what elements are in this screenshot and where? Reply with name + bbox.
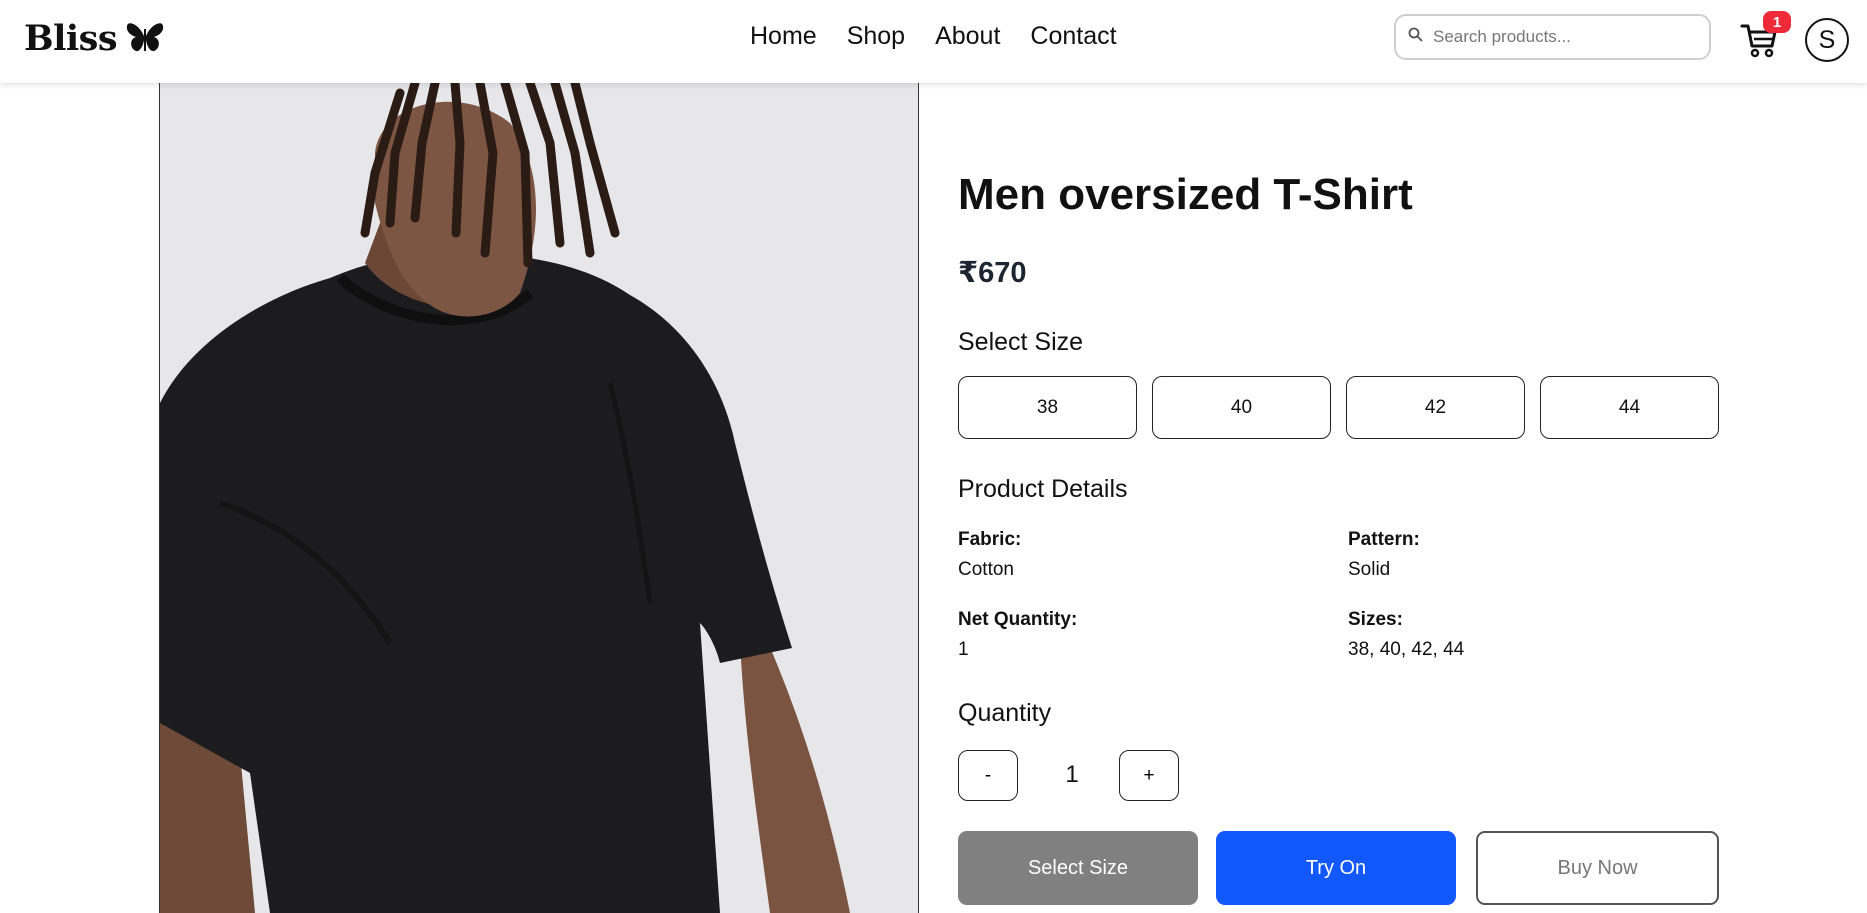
buy-now-button[interactable]: Buy Now bbox=[1476, 831, 1719, 905]
butterfly-icon bbox=[125, 21, 165, 57]
detail-label: Pattern: bbox=[1348, 529, 1420, 550]
avatar-initial: S bbox=[1818, 25, 1836, 54]
search-icon bbox=[1408, 27, 1423, 47]
detail-sizes: Sizes: 38, 40, 42, 44 bbox=[1348, 609, 1464, 661]
detail-label: Net Quantity: bbox=[958, 609, 1078, 630]
main-nav: Home Shop About Contact bbox=[750, 22, 1117, 51]
size-option-40[interactable]: 40 bbox=[1152, 376, 1331, 439]
quantity-decrease-button[interactable]: - bbox=[958, 750, 1018, 801]
quantity-value: 1 bbox=[1065, 761, 1079, 788]
detail-value: Solid bbox=[1348, 559, 1391, 580]
try-on-button[interactable]: Try On bbox=[1216, 831, 1456, 905]
nav-shop[interactable]: Shop bbox=[847, 22, 905, 51]
nav-home[interactable]: Home bbox=[750, 22, 817, 51]
select-size-button[interactable]: Select Size bbox=[958, 831, 1198, 905]
size-option-38[interactable]: 38 bbox=[958, 376, 1137, 439]
product-title: Men oversized T-Shirt bbox=[958, 170, 1413, 219]
select-size-heading: Select Size bbox=[958, 328, 1084, 356]
quantity-increase-button[interactable]: + bbox=[1119, 750, 1179, 801]
detail-fabric: Fabric: Cotton bbox=[958, 529, 1021, 581]
detail-value: 38, 40, 42, 44 bbox=[1348, 639, 1465, 660]
product-details-heading: Product Details bbox=[958, 475, 1128, 503]
nav-about[interactable]: About bbox=[935, 22, 1000, 51]
detail-label: Fabric: bbox=[958, 529, 1022, 550]
brand-logo[interactable]: Bliss bbox=[24, 18, 165, 59]
size-option-44[interactable]: 44 bbox=[1540, 376, 1719, 439]
detail-label: Sizes: bbox=[1348, 609, 1403, 630]
search-input[interactable] bbox=[1431, 26, 1695, 48]
search-box[interactable] bbox=[1394, 14, 1711, 60]
detail-value: 1 bbox=[958, 639, 969, 660]
cart-icon bbox=[1740, 24, 1780, 64]
nav-contact[interactable]: Contact bbox=[1030, 22, 1116, 51]
detail-pattern: Pattern: Solid bbox=[1348, 529, 1420, 581]
product-price: ₹670 bbox=[958, 257, 1027, 289]
navbar: Bliss Home Shop About Contact Search pro… bbox=[0, 0, 1867, 83]
detail-value: Cotton bbox=[958, 559, 1014, 580]
user-avatar[interactable]: S bbox=[1805, 18, 1849, 62]
quantity-heading: Quantity bbox=[958, 699, 1052, 727]
product-photo bbox=[160, 83, 918, 913]
size-option-42[interactable]: 42 bbox=[1346, 376, 1525, 439]
product-image bbox=[159, 83, 919, 913]
size-options: 38 40 42 44 bbox=[958, 376, 1719, 439]
detail-net-quantity: Net Quantity: 1 bbox=[958, 609, 1077, 661]
brand-name: Bliss bbox=[24, 18, 118, 59]
cart-count-badge: 1 bbox=[1763, 11, 1791, 33]
